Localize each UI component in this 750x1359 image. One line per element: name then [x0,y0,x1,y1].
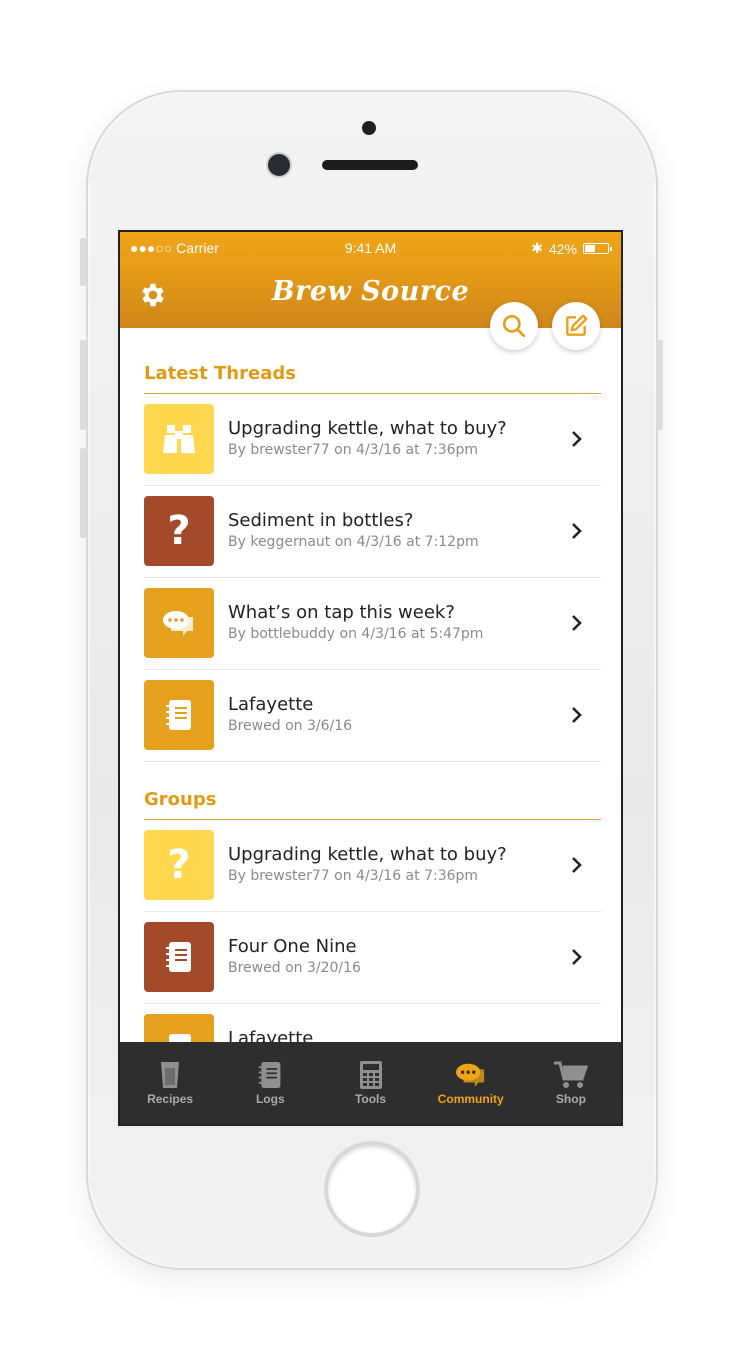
notebook-icon [166,942,191,972]
search-icon [502,314,526,338]
power-button [657,340,663,430]
list-item[interactable]: ? Upgrading kettle, what to buy? By brew… [144,820,601,912]
section-title-latest-threads: Latest Threads [144,362,601,394]
thread-meta: Brewed on 3/6/16 [228,718,353,734]
group-title: Upgrading kettle, what to buy? [228,844,507,865]
cart-icon [553,1061,588,1088]
notebook-icon [259,1062,281,1088]
group-tile: ? [144,830,214,900]
tab-tools[interactable]: Tools [320,1042,420,1124]
compose-icon [566,314,588,336]
thread-title: Upgrading kettle, what to buy? [228,418,507,439]
tab-shop[interactable]: Shop [521,1042,621,1124]
chevron-right-icon [572,857,582,873]
battery-percent: 42% [548,240,577,257]
thread-meta: By brewster77 on 4/3/16 at 7:36pm [228,442,479,458]
tab-bar: Recipes Logs Tools Community Shop [120,1042,621,1124]
thread-title: Sediment in bottles? [228,510,414,531]
pint-glass-icon [161,1062,180,1088]
chevron-right-icon [572,949,582,965]
tab-recipes[interactable]: Recipes [120,1042,220,1124]
status-bar: ●●●○○ Carrier 9:41 AM ✱ 42% [120,240,621,262]
list-item[interactable]: What’s on tap this week? By bottlebuddy … [144,578,601,670]
tab-label: Tools [354,1092,387,1106]
app-screen: ●●●○○ Carrier 9:41 AM ✱ 42% Brew Source … [118,230,623,1126]
mute-switch [80,238,86,286]
thread-meta: By keggernaut on 4/3/16 at 7:12pm [228,534,479,550]
group-meta: By brewster77 on 4/3/16 at 7:36pm [228,868,479,884]
section-title-groups: Groups [144,788,601,820]
app-title: Brew Source [271,276,470,307]
tab-label: Logs [255,1092,285,1106]
list-item[interactable]: Upgrading kettle, what to buy? By brewst… [144,394,601,486]
group-tile [144,922,214,992]
list-item[interactable]: ? Sediment in bottles? By keggernaut on … [144,486,601,578]
battery-icon [583,243,612,254]
bluetooth-icon: ✱ [531,240,543,256]
app-header: ●●●○○ Carrier 9:41 AM ✱ 42% Brew Source [120,232,621,328]
list-item[interactable]: Lafayette Brewed on 3/6/16 [144,670,601,762]
content-list: Latest Threads Upgrading kettle, what to… [144,362,601,1096]
chat-icon [163,611,193,636]
chevron-right-icon [572,523,582,539]
volume-down-button [80,448,86,538]
binoculars-icon [163,425,195,453]
notebook-icon [166,700,191,730]
group-meta: Brewed on 3/20/16 [228,960,361,976]
calculator-icon [359,1061,382,1089]
earpiece-speaker [322,160,418,170]
volume-up-button [80,340,86,430]
thread-title: What’s on tap this week? [228,602,455,623]
front-camera [268,154,290,176]
chevron-right-icon [572,707,582,723]
thread-tile [144,404,214,474]
thread-tile [144,588,214,658]
question-icon: ? [167,508,191,554]
thread-meta: By bottlebuddy on 4/3/16 at 5:47pm [228,626,484,642]
tab-label: Recipes [147,1092,194,1106]
group-title: Four One Nine [228,936,357,957]
tab-logs[interactable]: Logs [220,1042,320,1124]
chevron-right-icon [572,615,582,631]
home-button[interactable] [328,1145,416,1233]
question-icon: ? [167,842,191,888]
list-item[interactable]: Four One Nine Brewed on 3/20/16 [144,912,601,1004]
proximity-sensor [362,121,376,135]
search-button[interactable] [490,302,538,350]
thread-title: Lafayette [228,694,314,715]
tab-label: Community [437,1092,504,1106]
thread-tile: ? [144,496,214,566]
thread-tile [144,680,214,750]
compose-button[interactable] [552,302,600,350]
tab-community[interactable]: Community [421,1042,521,1124]
tab-label: Shop [555,1092,586,1106]
chat-icon [455,1063,484,1088]
chevron-right-icon [572,431,582,447]
